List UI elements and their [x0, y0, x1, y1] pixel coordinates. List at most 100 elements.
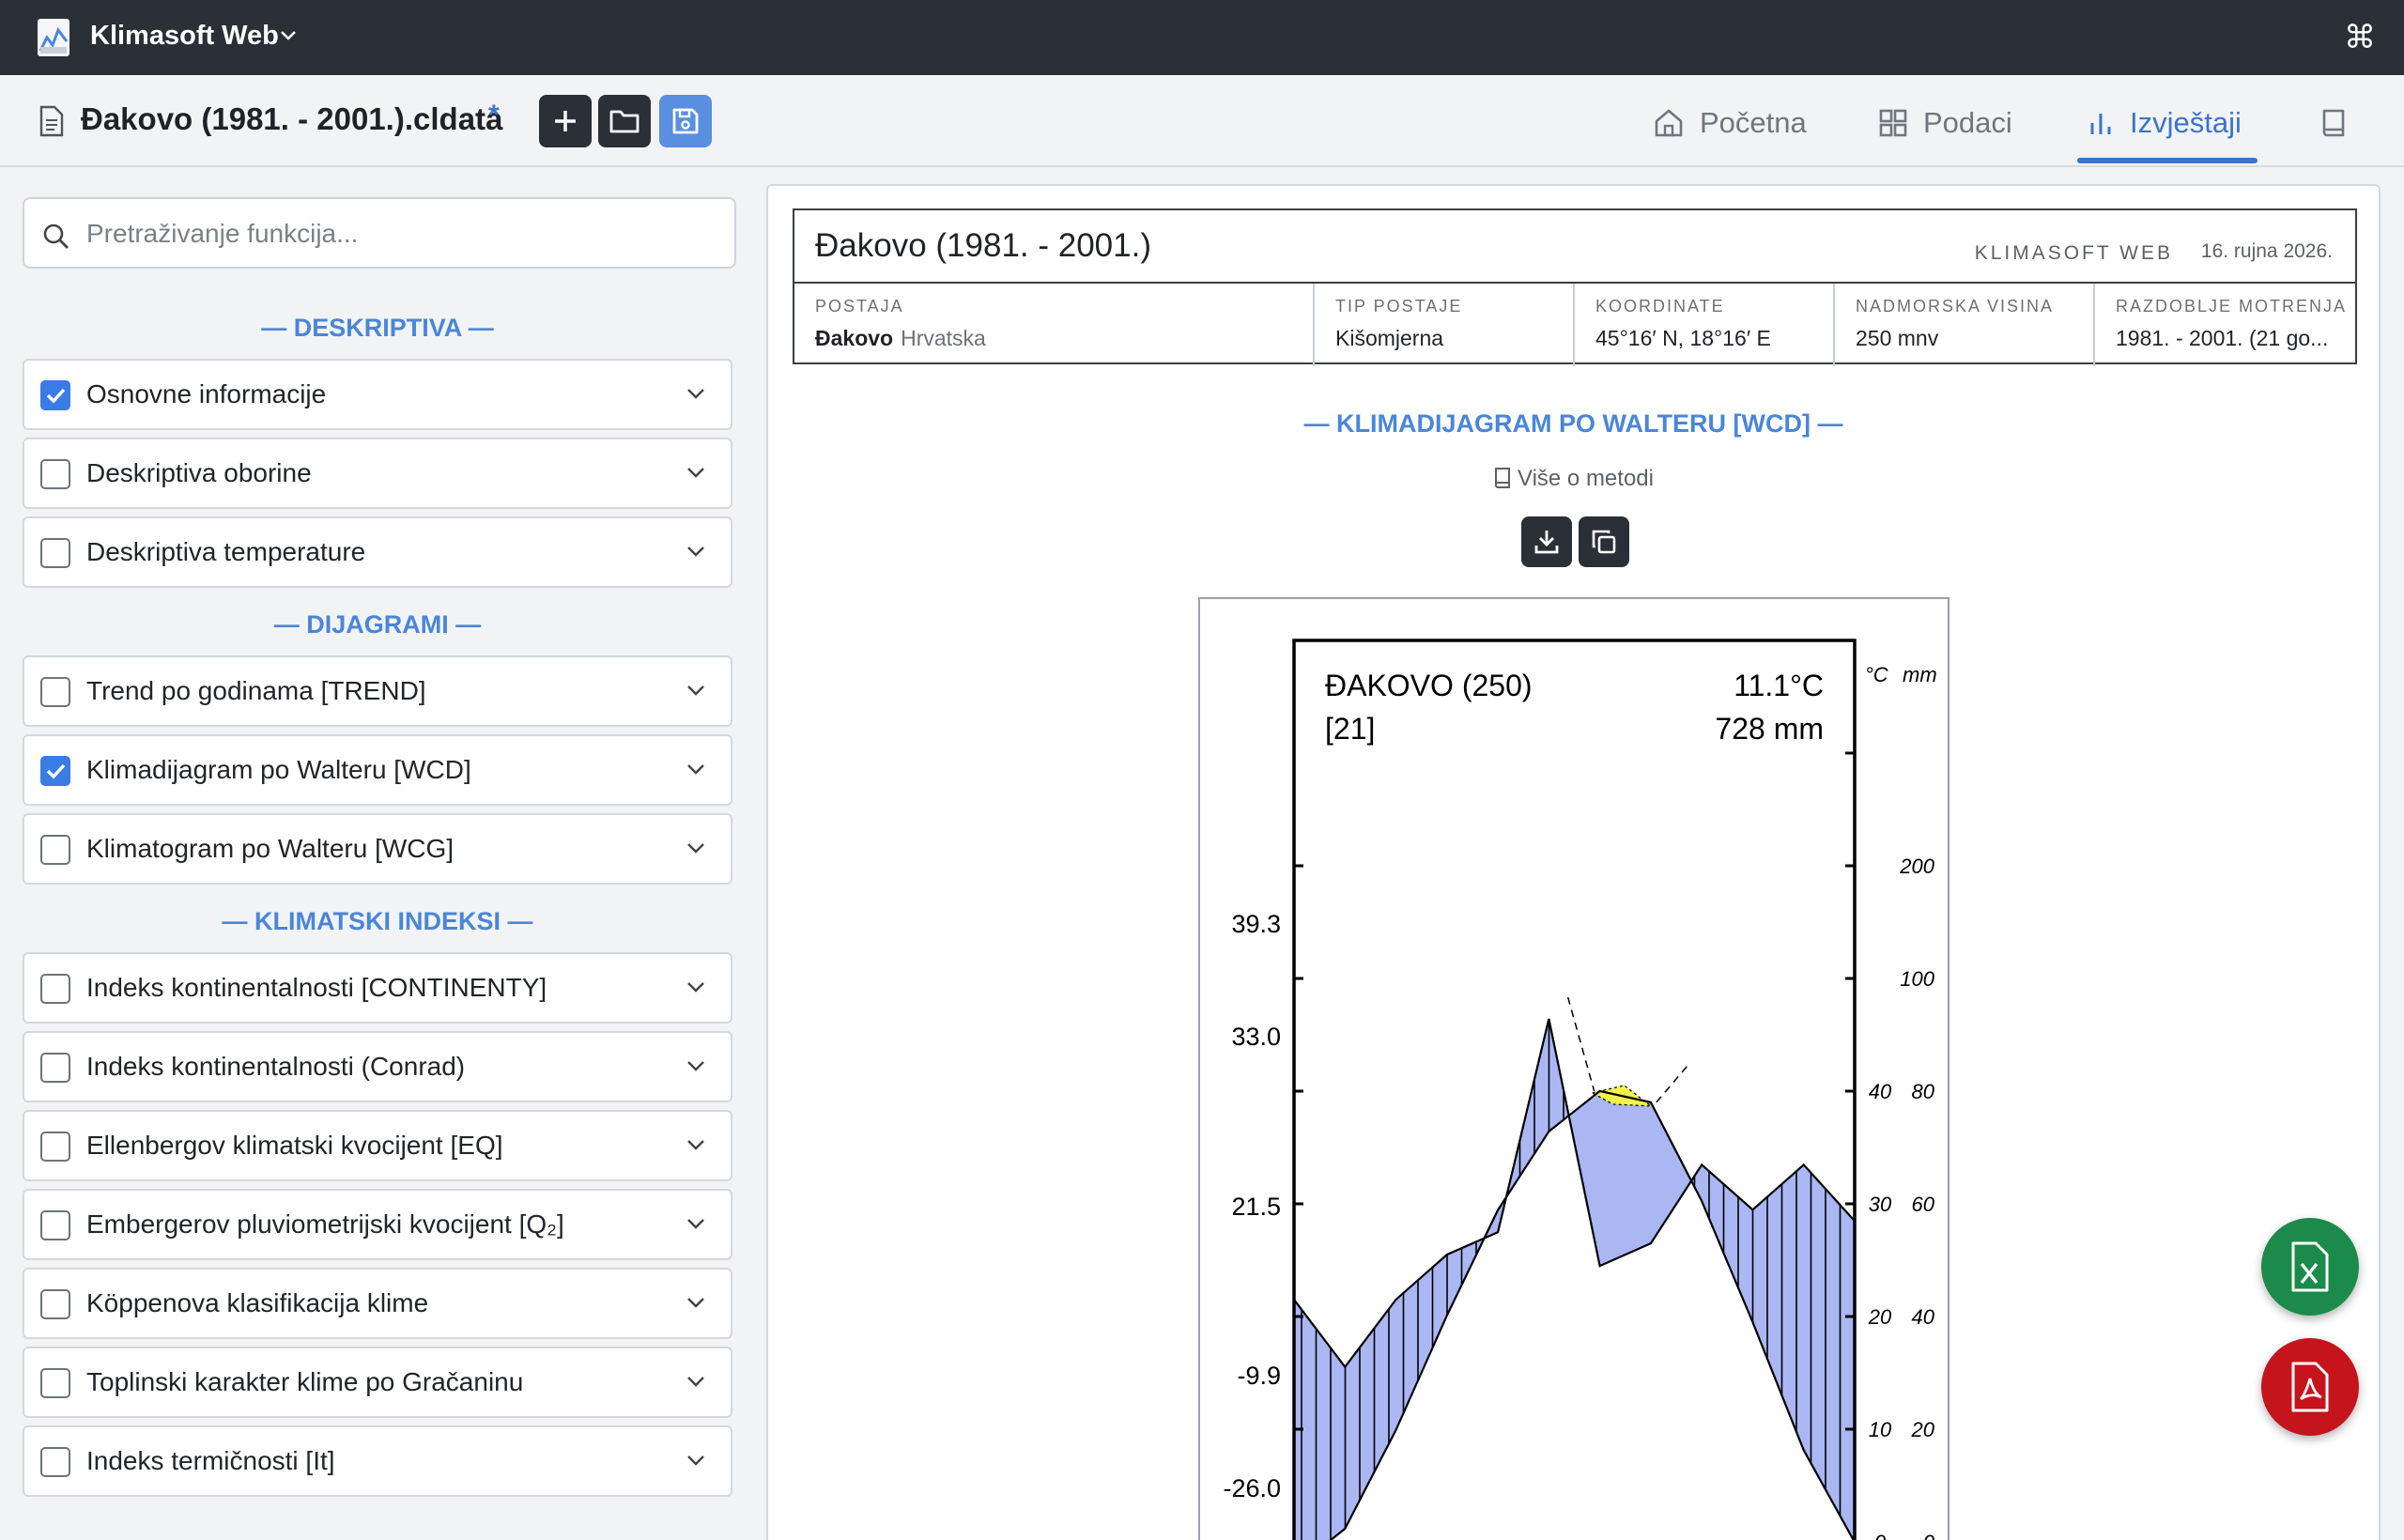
- checkbox[interactable]: [40, 1289, 70, 1319]
- checkbox[interactable]: [40, 1447, 70, 1477]
- report-date: 16. rujna 2026.: [2200, 240, 2333, 262]
- meta-value: Kišomjerna: [1335, 326, 1444, 350]
- function-label: Klimadijagram po Walteru [WCD]: [86, 755, 471, 784]
- tab-pocetna[interactable]: Početna: [1653, 96, 1807, 150]
- chevron-down-icon[interactable]: [686, 466, 706, 481]
- checkbox[interactable]: [40, 677, 70, 707]
- chevron-down-icon[interactable]: [278, 24, 299, 45]
- chevron-down-icon[interactable]: [686, 762, 706, 778]
- function-label: Osnovne informacije: [86, 379, 327, 408]
- copy-icon: [1592, 530, 1616, 554]
- new-document-button[interactable]: [539, 95, 592, 147]
- tab-documentation[interactable]: [2319, 96, 2348, 150]
- checkbox[interactable]: [40, 538, 70, 568]
- section-descriptive-heading: — DESKRIPTIVA —: [261, 314, 494, 342]
- meta-value: 45°16′ N, 18°16′ E: [1595, 326, 1771, 350]
- function-item[interactable]: Deskriptiva temperature: [23, 516, 732, 588]
- tab-pocetna-label: Početna: [1700, 106, 1807, 139]
- left-axis-label: -26.0: [1223, 1474, 1281, 1502]
- active-tab-indicator: [2077, 158, 2258, 163]
- file-text-icon: [39, 105, 64, 137]
- function-item[interactable]: Indeks kontinentalnosti [CONTINENTY]: [23, 952, 732, 1024]
- home-icon: [1655, 109, 1683, 137]
- function-item[interactable]: Köppenova klasifikacija klime: [23, 1268, 732, 1339]
- checkbox[interactable]: [40, 974, 70, 1004]
- checkbox[interactable]: [40, 1053, 70, 1083]
- temp-tick-label: 10: [1869, 1418, 1892, 1441]
- chevron-down-icon[interactable]: [686, 545, 706, 560]
- function-item[interactable]: Toplinski karakter klime po Gračaninu: [23, 1347, 732, 1418]
- meta-key: TIP POSTAJE: [1335, 297, 1463, 316]
- function-search: [23, 197, 736, 269]
- function-item[interactable]: Embergerov pluviometrijski kvocijent [Q₂…: [23, 1189, 732, 1260]
- report-meta-row: POSTAJA Đakovo Hrvatska TIP POSTAJE Kišom…: [794, 282, 2355, 366]
- report-header: Đakovo (1981. - 2001.) KLIMASOFT WEB 16.…: [793, 208, 2357, 366]
- download-chart-button[interactable]: [1521, 516, 1572, 567]
- meta-station: POSTAJA Đakovo Hrvatska: [794, 284, 1315, 366]
- meta-key: POSTAJA: [815, 297, 904, 316]
- function-item[interactable]: Trend po godinama [TREND]: [23, 655, 732, 727]
- function-item[interactable]: Indeks termičnosti [It]: [23, 1425, 732, 1497]
- checkbox[interactable]: [40, 1132, 70, 1162]
- chevron-down-icon[interactable]: [686, 1454, 706, 1469]
- app-name[interactable]: Klimasoft Web: [90, 21, 279, 52]
- method-info-link[interactable]: Više o metodi: [768, 466, 2379, 492]
- function-label: Deskriptiva temperature: [86, 537, 366, 566]
- function-item[interactable]: Ellenbergov klimatski kvocijent [EQ]: [23, 1110, 732, 1181]
- top-bar: Klimasoft Web ⌘: [0, 0, 2404, 75]
- left-axis-label: 21.5: [1231, 1193, 1281, 1221]
- function-item[interactable]: Indeks kontinentalnosti (Conrad): [23, 1031, 732, 1102]
- left-axis-label: -9.9: [1237, 1362, 1281, 1390]
- function-item[interactable]: Deskriptiva oborine: [23, 438, 732, 509]
- function-item[interactable]: Klimatogram po Walteru [WCG]: [23, 813, 732, 885]
- meta-value: Đakovo: [815, 326, 894, 350]
- precip-tick-label: 40: [1912, 1305, 1935, 1329]
- checkbox[interactable]: [40, 756, 70, 786]
- function-item[interactable]: Klimadijagram po Walteru [WCD]: [23, 734, 732, 806]
- left-axis-label: 39.3: [1231, 910, 1281, 938]
- chevron-down-icon[interactable]: [686, 841, 706, 856]
- open-folder-button[interactable]: [598, 95, 651, 147]
- export-pdf-button[interactable]: [2261, 1338, 2359, 1436]
- save-button[interactable]: [659, 95, 712, 147]
- tab-podaci[interactable]: Podaci: [1878, 96, 2012, 150]
- chevron-down-icon[interactable]: [686, 387, 706, 402]
- search-input[interactable]: [86, 210, 716, 257]
- save-icon: [672, 108, 699, 134]
- copy-chart-button[interactable]: [1579, 516, 1629, 567]
- excel-file-icon: [2291, 1241, 2329, 1292]
- command-icon[interactable]: ⌘: [2344, 19, 2376, 56]
- precip-tick-label: 80: [1912, 1080, 1935, 1103]
- section-diagrams-heading: — DIJAGRAMI —: [273, 610, 482, 639]
- checkbox[interactable]: [40, 459, 70, 489]
- function-item[interactable]: Osnovne informacije: [23, 359, 732, 430]
- temp-tick-label: 20: [1868, 1305, 1892, 1329]
- meta-value: 250 mnv: [1856, 326, 1939, 350]
- checkbox[interactable]: [40, 835, 70, 865]
- checkbox[interactable]: [40, 380, 70, 410]
- chevron-down-icon[interactable]: [686, 1217, 706, 1232]
- chevron-down-icon[interactable]: [686, 1375, 706, 1390]
- unsaved-indicator: *: [488, 100, 500, 131]
- meta-country: Hrvatska: [901, 326, 986, 350]
- chevron-down-icon[interactable]: [686, 980, 706, 995]
- function-label: Deskriptiva oborine: [86, 458, 312, 487]
- bar-chart-icon: [2090, 114, 2111, 134]
- meta-key: KOORDINATE: [1595, 297, 1725, 316]
- export-excel-button[interactable]: [2261, 1218, 2359, 1316]
- function-label: Embergerov pluviometrijski kvocijent [Q₂…: [86, 1209, 564, 1239]
- chevron-down-icon[interactable]: [686, 1059, 706, 1074]
- meta-key: RAZDOBLJE MOTRENJA: [2116, 297, 2348, 316]
- years-label: [21]: [1325, 712, 1375, 746]
- checkbox[interactable]: [40, 1368, 70, 1398]
- chevron-down-icon[interactable]: [686, 1138, 706, 1153]
- book-icon: [2322, 109, 2345, 137]
- tab-izvjestaji-label: Izvještaji: [2130, 106, 2242, 139]
- checkbox[interactable]: [40, 1210, 70, 1240]
- chevron-down-icon[interactable]: [686, 684, 706, 699]
- chevron-down-icon[interactable]: [686, 1296, 706, 1311]
- temp-tick-label: 30: [1869, 1193, 1892, 1216]
- check-icon: [46, 763, 66, 779]
- tab-izvjestaji[interactable]: Izvještaji: [2087, 96, 2242, 150]
- meta-station-type: TIP POSTAJE Kišomjerna: [1315, 284, 1575, 366]
